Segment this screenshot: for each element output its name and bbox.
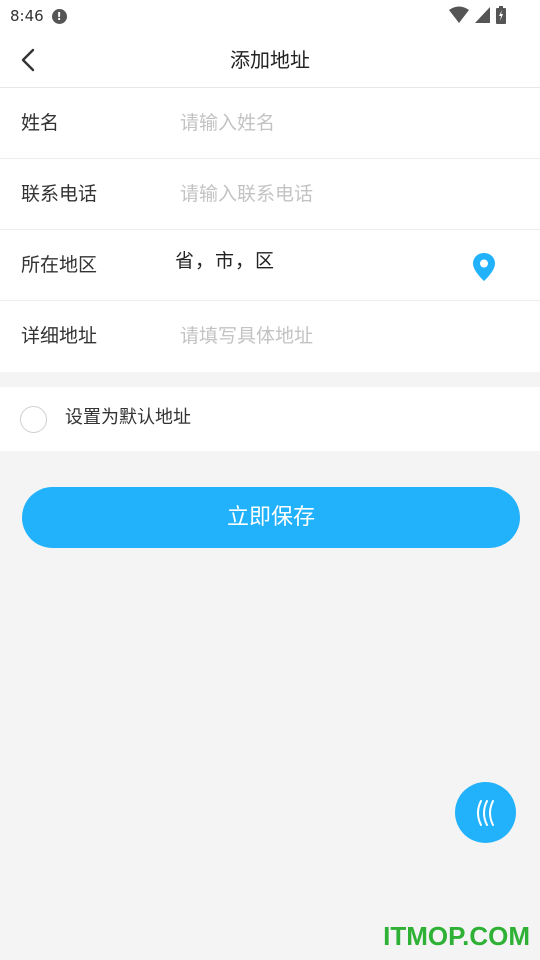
detail-label: 详细地址	[21, 325, 98, 347]
detail-input[interactable]	[180, 319, 500, 353]
detail-row: 详细地址	[0, 301, 540, 372]
phone-row: 联系电话	[0, 159, 540, 230]
region-label: 所在地区	[21, 254, 98, 276]
region-row[interactable]: 所在地区 省，市，区	[0, 230, 540, 301]
wifi-icon	[449, 6, 469, 23]
float-menu-button[interactable]	[455, 782, 516, 843]
status-icons	[449, 6, 506, 24]
region-value[interactable]: 省，市，区	[175, 246, 275, 273]
location-pin-icon[interactable]	[472, 252, 496, 282]
signal-icon	[475, 7, 490, 23]
save-button[interactable]: 立即保存	[22, 487, 520, 548]
header: 添加地址	[0, 32, 540, 88]
status-bar: 8:46 !	[0, 0, 540, 32]
name-label: 姓名	[21, 112, 60, 134]
page-title: 添加地址	[230, 48, 310, 72]
name-input[interactable]	[180, 106, 500, 140]
watermark: ITMOP.COM	[383, 921, 530, 951]
alert-icon: !	[51, 8, 67, 24]
battery-icon	[496, 6, 506, 24]
waves-icon	[476, 799, 494, 826]
status-time: 8:46	[10, 7, 44, 25]
phone-input[interactable]	[180, 177, 500, 211]
name-row: 姓名	[0, 88, 540, 159]
default-label: 设置为默认地址	[65, 407, 191, 428]
default-address-row[interactable]: 设置为默认地址	[0, 387, 540, 451]
default-radio[interactable]	[20, 406, 47, 433]
phone-label: 联系电话	[21, 183, 98, 205]
address-form: 姓名 联系电话 所在地区 省，市，区 详细地址	[0, 88, 540, 372]
